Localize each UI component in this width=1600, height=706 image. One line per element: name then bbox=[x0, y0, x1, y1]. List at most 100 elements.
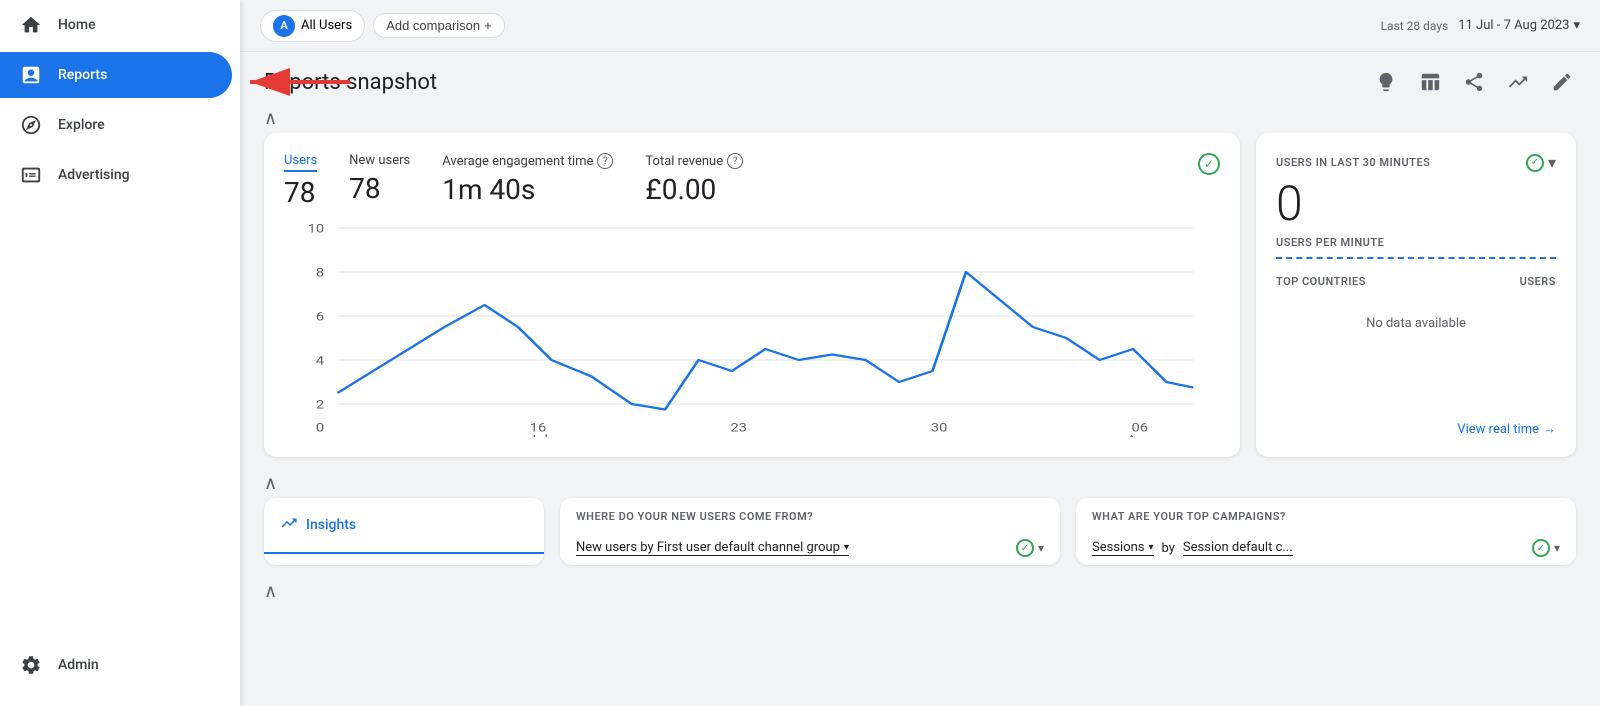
collapse-button-2[interactable]: ∧ bbox=[264, 473, 277, 494]
settings-icon bbox=[20, 654, 42, 676]
svg-text:10: 10 bbox=[308, 223, 325, 236]
date-range-selector[interactable]: 11 Jul - 7 Aug 2023 ▾ bbox=[1458, 18, 1580, 33]
lightbulb-icon[interactable] bbox=[1372, 68, 1400, 96]
chart-area: 10 8 6 4 2 0 16 Jul 23 30 06 bbox=[284, 217, 1220, 437]
svg-text:6: 6 bbox=[316, 311, 324, 324]
sidebar-explore-label: Explore bbox=[58, 117, 105, 133]
advertising-icon bbox=[20, 164, 42, 186]
campaigns-check-icon: ✓ bbox=[1532, 539, 1550, 557]
sidebar-item-advertising[interactable]: Advertising bbox=[0, 152, 232, 198]
chevron-down-icon: ▾ bbox=[1573, 18, 1580, 33]
realtime-count: 0 bbox=[1276, 180, 1556, 228]
cards-row: Users 78 New users 78 Average engagement… bbox=[240, 133, 1600, 469]
svg-text:Jul: Jul bbox=[528, 434, 548, 437]
page-title: Reports snapshot bbox=[264, 70, 437, 95]
metrics-chart-card: Users 78 New users 78 Average engagement… bbox=[264, 133, 1240, 457]
realtime-card: USERS IN LAST 30 MINUTES ✓ ▾ 0 USERS PER… bbox=[1256, 133, 1576, 457]
topbar-right: Last 28 days 11 Jul - 7 Aug 2023 ▾ bbox=[1381, 18, 1580, 33]
campaigns-chevron-icon[interactable]: ▾ bbox=[1554, 541, 1560, 555]
share-icon[interactable] bbox=[1460, 68, 1488, 96]
svg-text:0: 0 bbox=[316, 422, 324, 435]
all-users-chip[interactable]: A All Users bbox=[260, 10, 365, 42]
no-data-text: No data available bbox=[1276, 296, 1556, 351]
sidebar-item-home[interactable]: Home bbox=[0, 2, 232, 48]
topbar: A All Users Add comparison + Last 28 day… bbox=[240, 0, 1600, 52]
top-countries-header: TOP COUNTRIES USERS bbox=[1276, 275, 1556, 288]
metrics-top-row: Users 78 New users 78 Average engagement… bbox=[284, 153, 1220, 209]
insights-label: Insights bbox=[306, 517, 356, 533]
realtime-check-icon: ✓ bbox=[1526, 154, 1544, 172]
edit-icon[interactable] bbox=[1548, 68, 1576, 96]
chart-svg: 10 8 6 4 2 0 16 Jul 23 30 06 bbox=[284, 217, 1220, 437]
avg-engagement-help-icon[interactable]: ? bbox=[597, 153, 613, 169]
table-icon[interactable] bbox=[1416, 68, 1444, 96]
realtime-header: USERS IN LAST 30 MINUTES ✓ ▾ bbox=[1276, 153, 1556, 172]
total-revenue-help-icon[interactable]: ? bbox=[727, 153, 743, 169]
section-chevron-1: ∧ bbox=[240, 104, 1600, 133]
metric-new-users-label: New users bbox=[349, 153, 410, 168]
new-users-header: WHERE DO YOUR NEW USERS COME FROM? bbox=[560, 498, 1060, 531]
new-users-card: WHERE DO YOUR NEW USERS COME FROM? New u… bbox=[560, 498, 1060, 565]
reports-icon bbox=[20, 64, 42, 86]
add-comparison-button[interactable]: Add comparison + bbox=[373, 13, 505, 38]
new-users-controls: New users by First user default channel … bbox=[560, 531, 1060, 565]
top-campaigns-card: WHAT ARE YOUR TOP CAMPAIGNS? Sessions ▾ … bbox=[1076, 498, 1576, 565]
sidebar-home-label: Home bbox=[58, 17, 96, 33]
by-label: by bbox=[1162, 541, 1175, 556]
new-users-chevron-icon[interactable]: ▾ bbox=[1038, 541, 1044, 555]
session-default-dropdown[interactable]: Session default c... bbox=[1183, 540, 1293, 556]
sidebar-item-admin[interactable]: Admin bbox=[0, 642, 232, 688]
home-icon bbox=[20, 14, 42, 36]
top-countries-label: TOP COUNTRIES bbox=[1276, 275, 1366, 288]
top-campaigns-header: WHAT ARE YOUR TOP CAMPAIGNS? bbox=[1076, 498, 1576, 531]
metric-avg-engagement: Average engagement time ? 1m 40s bbox=[442, 153, 613, 209]
sidebar-reports-label: Reports bbox=[58, 67, 107, 83]
svg-text:Aug: Aug bbox=[1127, 434, 1153, 437]
new-users-dropdown-label: New users by First user default channel … bbox=[576, 540, 840, 555]
svg-text:23: 23 bbox=[730, 422, 747, 435]
main-content: A All Users Add comparison + Last 28 day… bbox=[240, 0, 1600, 706]
insights-tab-label[interactable]: Insights bbox=[264, 498, 544, 554]
realtime-title: USERS IN LAST 30 MINUTES bbox=[1276, 156, 1430, 169]
plus-icon: + bbox=[484, 18, 492, 33]
metric-total-revenue: Total revenue ? £0.00 bbox=[645, 153, 743, 209]
sidebar-item-explore[interactable]: Explore bbox=[0, 102, 232, 148]
metric-total-revenue-label: Total revenue ? bbox=[645, 153, 743, 169]
date-value: 11 Jul - 7 Aug 2023 bbox=[1458, 18, 1569, 33]
sidebar-admin-label: Admin bbox=[58, 657, 99, 673]
collapse-button-1[interactable]: ∧ bbox=[264, 108, 277, 129]
new-users-dropdown[interactable]: New users by First user default channel … bbox=[576, 540, 849, 556]
sidebar-item-reports[interactable]: Reports bbox=[0, 52, 232, 98]
page-actions bbox=[1372, 68, 1576, 96]
collapse-button-3[interactable]: ∧ bbox=[264, 581, 277, 602]
metric-users-value: 78 bbox=[284, 176, 317, 209]
metrics-items: Users 78 New users 78 Average engagement… bbox=[284, 153, 743, 209]
metric-new-users: New users 78 bbox=[349, 153, 410, 209]
metric-total-revenue-value: £0.00 bbox=[645, 173, 743, 206]
content-area: Reports snapshot ∧ bbox=[240, 52, 1600, 706]
add-comparison-label: Add comparison bbox=[386, 18, 480, 33]
view-realtime-link[interactable]: View real time → bbox=[1276, 421, 1556, 437]
sidebar: Home Reports Explore Advertising Admin bbox=[0, 0, 240, 706]
top-campaigns-controls: Sessions ▾ by Session default c... ✓ ▾ bbox=[1076, 531, 1576, 565]
topbar-left: A All Users Add comparison + bbox=[260, 10, 505, 42]
trending-icon[interactable] bbox=[1504, 68, 1532, 96]
svg-text:8: 8 bbox=[316, 267, 324, 280]
sessions-dropdown[interactable]: Sessions ▾ bbox=[1092, 540, 1154, 556]
sessions-arrow-icon: ▾ bbox=[1149, 542, 1154, 553]
users-column-label: USERS bbox=[1520, 275, 1556, 288]
realtime-chevron-icon[interactable]: ▾ bbox=[1548, 153, 1556, 172]
mini-chart-line bbox=[1276, 257, 1556, 259]
dropdown-arrow-icon: ▾ bbox=[844, 542, 849, 553]
explore-icon bbox=[20, 114, 42, 136]
metric-avg-engagement-value: 1m 40s bbox=[442, 173, 613, 206]
all-users-label: All Users bbox=[301, 18, 352, 33]
new-users-check-icon: ✓ bbox=[1016, 539, 1034, 557]
insights-tab[interactable]: Insights bbox=[264, 498, 544, 565]
metric-users: Users 78 bbox=[284, 153, 317, 209]
section-chevron-3: ∧ bbox=[240, 577, 1600, 606]
svg-text:2: 2 bbox=[316, 399, 325, 412]
metric-avg-engagement-label: Average engagement time ? bbox=[442, 153, 613, 169]
sidebar-advertising-label: Advertising bbox=[58, 167, 130, 183]
section-chevron-2: ∧ bbox=[240, 469, 1600, 498]
